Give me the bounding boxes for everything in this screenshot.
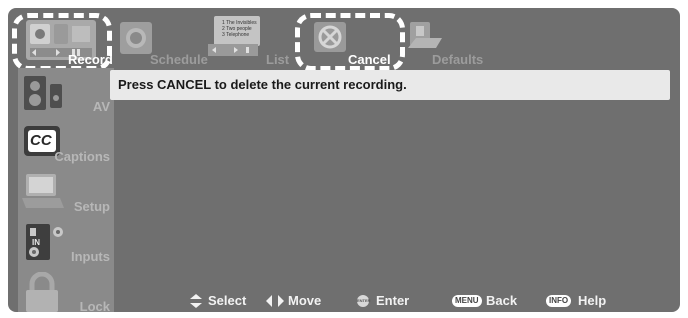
tab-defaults-label: Defaults: [432, 52, 484, 67]
hint-back: MENU Back: [452, 292, 538, 310]
hint-help: INFO Help: [546, 292, 626, 310]
record-highlight-ring: [12, 13, 112, 71]
list-icon-line-3: 3 Telephone: [222, 32, 250, 38]
hint-help-label: Help: [578, 293, 607, 308]
cc-icon-text: CC: [30, 132, 52, 149]
hint-move: Move: [266, 292, 336, 310]
inputs-icon: [26, 224, 63, 260]
message-text: Press CANCEL to delete the current recor…: [118, 77, 407, 92]
sidebar-item-label: Setup: [73, 199, 110, 214]
message-bar: Press CANCEL to delete the current recor…: [110, 70, 670, 100]
hint-move-label: Move: [288, 293, 322, 308]
sidebar-item-label: Inputs: [71, 249, 110, 264]
tab-schedule-label: Schedule: [150, 52, 208, 67]
hint-enter: ENTER Enter: [356, 292, 426, 310]
speaker-icon: [24, 76, 62, 110]
sidebar-item-inputs[interactable]: IN Inputs: [18, 218, 114, 268]
sidebar-item-label: AV: [92, 99, 110, 114]
leftright-arrows-icon: [266, 295, 284, 307]
tab-list[interactable]: 1 The Invisibles 2 Two people 3 Telephon…: [208, 8, 292, 68]
sidebar-item-setup[interactable]: Setup: [18, 168, 114, 218]
hint-back-label: Back: [486, 293, 518, 308]
enter-button-key: ENTER: [357, 298, 371, 303]
lock-icon: [26, 272, 58, 312]
sidebar-item-av[interactable]: AV: [18, 68, 114, 118]
updown-arrows-icon: [190, 294, 202, 308]
inputs-icon-text: IN: [32, 238, 40, 247]
schedule-icon: [120, 22, 152, 54]
sidebar-item-label: Captions: [54, 149, 110, 164]
tv-menu-screen: Record Schedule 1 The Invisibles 2 Two p…: [8, 8, 680, 312]
tab-schedule[interactable]: Schedule: [116, 8, 210, 68]
info-key-icon: INFO: [546, 295, 572, 307]
defaults-icon: [408, 22, 442, 48]
tab-defaults[interactable]: Defaults: [406, 8, 502, 68]
monitor-icon: [22, 174, 64, 208]
sidebar: AV CC Captions Setup IN Inputs Lock: [18, 68, 114, 312]
sidebar-item-label: Lock: [79, 299, 110, 312]
tab-list-label: List: [266, 52, 290, 67]
hint-select-label: Select: [208, 293, 247, 308]
sidebar-item-captions[interactable]: CC Captions: [18, 118, 114, 168]
sidebar-item-lock[interactable]: Lock: [18, 268, 114, 312]
hint-select: Select: [188, 292, 258, 310]
menu-key-icon: MENU: [452, 295, 482, 307]
cancel-highlight-ring: [295, 13, 405, 71]
hint-enter-label: Enter: [376, 293, 410, 308]
